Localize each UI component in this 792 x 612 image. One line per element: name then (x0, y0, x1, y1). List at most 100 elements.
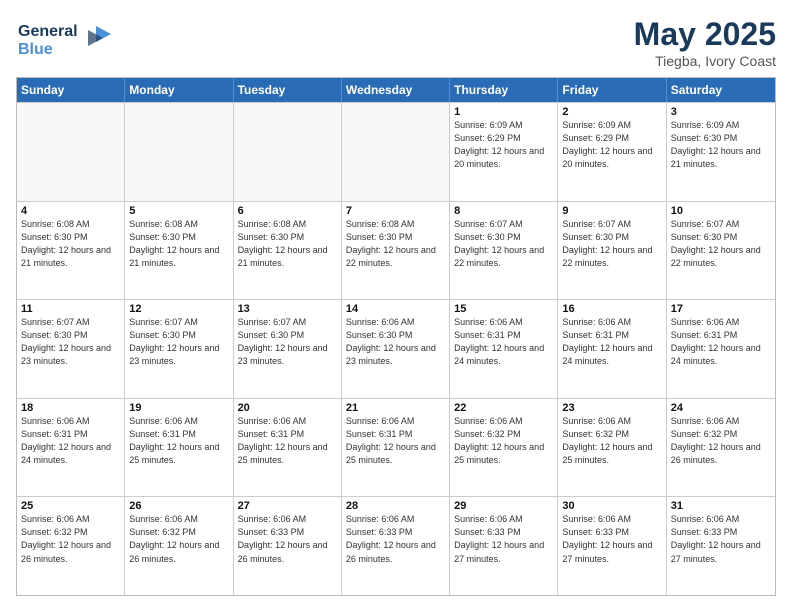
day-number: 26 (129, 500, 228, 512)
calendar-cell: 5Sunrise: 6:08 AMSunset: 6:30 PMDaylight… (125, 202, 233, 300)
header-friday: Friday (558, 78, 666, 102)
header-monday: Monday (125, 78, 233, 102)
logo-text: General Blue (16, 16, 126, 69)
svg-text:Blue: Blue (18, 41, 53, 58)
calendar-cell: 15Sunrise: 6:06 AMSunset: 6:31 PMDayligh… (450, 300, 558, 398)
calendar-wrapper: Sunday Monday Tuesday Wednesday Thursday… (16, 77, 776, 596)
day-number: 9 (562, 205, 661, 217)
page: General Blue May 2025 Tiegba, Ivory Coas… (0, 0, 792, 612)
day-number: 13 (238, 303, 337, 315)
day-number: 11 (21, 303, 120, 315)
calendar-week-1: 1 Sunrise: 6:09 AMSunset: 6:29 PMDaylight… (17, 102, 775, 201)
day-number: 19 (129, 402, 228, 414)
day-number: 25 (21, 500, 120, 512)
cell-info: Sunrise: 6:07 AMSunset: 6:30 PMDaylight:… (671, 218, 771, 270)
day-number: 18 (21, 402, 120, 414)
calendar-cell (125, 103, 233, 201)
cell-info: Sunrise: 6:06 AMSunset: 6:32 PMDaylight:… (21, 513, 120, 565)
day-number: 2 (562, 106, 661, 118)
cell-info: Sunrise: 6:06 AMSunset: 6:32 PMDaylight:… (671, 415, 771, 467)
cell-info: Sunrise: 6:07 AMSunset: 6:30 PMDaylight:… (454, 218, 553, 270)
day-number: 16 (562, 303, 661, 315)
calendar-cell: 9Sunrise: 6:07 AMSunset: 6:30 PMDaylight… (558, 202, 666, 300)
calendar-cell: 6Sunrise: 6:08 AMSunset: 6:30 PMDaylight… (234, 202, 342, 300)
day-number: 30 (562, 500, 661, 512)
cell-info: Sunrise: 6:06 AMSunset: 6:33 PMDaylight:… (562, 513, 661, 565)
cell-info: Sunrise: 6:06 AMSunset: 6:32 PMDaylight:… (454, 415, 553, 467)
calendar-week-3: 11Sunrise: 6:07 AMSunset: 6:30 PMDayligh… (17, 299, 775, 398)
day-number: 22 (454, 402, 553, 414)
day-number: 8 (454, 205, 553, 217)
calendar-week-5: 25Sunrise: 6:06 AMSunset: 6:32 PMDayligh… (17, 496, 775, 595)
cell-info: Sunrise: 6:06 AMSunset: 6:31 PMDaylight:… (454, 316, 553, 368)
calendar-cell (17, 103, 125, 201)
cell-info: Sunrise: 6:08 AMSunset: 6:30 PMDaylight:… (21, 218, 120, 270)
cell-info: Sunrise: 6:06 AMSunset: 6:31 PMDaylight:… (21, 415, 120, 467)
calendar-cell: 25Sunrise: 6:06 AMSunset: 6:32 PMDayligh… (17, 497, 125, 595)
cell-info: Sunrise: 6:07 AMSunset: 6:30 PMDaylight:… (21, 316, 120, 368)
day-number: 21 (346, 402, 445, 414)
day-number: 20 (238, 402, 337, 414)
day-number: 24 (671, 402, 771, 414)
calendar-cell: 14Sunrise: 6:06 AMSunset: 6:30 PMDayligh… (342, 300, 450, 398)
cell-info: Sunrise: 6:07 AMSunset: 6:30 PMDaylight:… (238, 316, 337, 368)
calendar-cell: 2Sunrise: 6:09 AMSunset: 6:29 PMDaylight… (558, 103, 666, 201)
day-number: 28 (346, 500, 445, 512)
cell-info: Sunrise: 6:06 AMSunset: 6:31 PMDaylight:… (562, 316, 661, 368)
day-number: 14 (346, 303, 445, 315)
header-thursday: Thursday (450, 78, 558, 102)
day-number: 23 (562, 402, 661, 414)
title-section: May 2025 Tiegba, Ivory Coast (634, 16, 776, 69)
header-sunday: Sunday (17, 78, 125, 102)
cell-info: Sunrise: 6:09 AMSunset: 6:30 PMDaylight:… (671, 119, 771, 171)
calendar-week-4: 18Sunrise: 6:06 AMSunset: 6:31 PMDayligh… (17, 398, 775, 497)
header-saturday: Saturday (667, 78, 775, 102)
cell-info: Sunrise: 6:08 AMSunset: 6:30 PMDaylight:… (346, 218, 445, 270)
cell-info: Sunrise: 6:06 AMSunset: 6:30 PMDaylight:… (346, 316, 445, 368)
calendar-cell: 28Sunrise: 6:06 AMSunset: 6:33 PMDayligh… (342, 497, 450, 595)
day-number: 31 (671, 500, 771, 512)
main-title: May 2025 (634, 16, 776, 53)
day-number: 4 (21, 205, 120, 217)
cell-info: Sunrise: 6:06 AMSunset: 6:32 PMDaylight:… (129, 513, 228, 565)
calendar-cell: 30Sunrise: 6:06 AMSunset: 6:33 PMDayligh… (558, 497, 666, 595)
calendar-cell: 19Sunrise: 6:06 AMSunset: 6:31 PMDayligh… (125, 399, 233, 497)
calendar-cell: 26Sunrise: 6:06 AMSunset: 6:32 PMDayligh… (125, 497, 233, 595)
calendar-cell (342, 103, 450, 201)
calendar-cell: 8Sunrise: 6:07 AMSunset: 6:30 PMDaylight… (450, 202, 558, 300)
calendar-cell: 31Sunrise: 6:06 AMSunset: 6:33 PMDayligh… (667, 497, 775, 595)
cell-info: Sunrise: 6:09 AMSunset: 6:29 PMDaylight:… (562, 119, 661, 171)
cell-info: Sunrise: 6:08 AMSunset: 6:30 PMDaylight:… (238, 218, 337, 270)
cell-info: Sunrise: 6:06 AMSunset: 6:33 PMDaylight:… (671, 513, 771, 565)
calendar-header: Sunday Monday Tuesday Wednesday Thursday… (17, 78, 775, 102)
calendar-cell: 23Sunrise: 6:06 AMSunset: 6:32 PMDayligh… (558, 399, 666, 497)
cell-info: Sunrise: 6:06 AMSunset: 6:33 PMDaylight:… (346, 513, 445, 565)
day-number: 12 (129, 303, 228, 315)
calendar-cell: 13Sunrise: 6:07 AMSunset: 6:30 PMDayligh… (234, 300, 342, 398)
cell-info: Sunrise: 6:06 AMSunset: 6:33 PMDaylight:… (238, 513, 337, 565)
cell-info: Sunrise: 6:06 AMSunset: 6:31 PMDaylight:… (671, 316, 771, 368)
header-tuesday: Tuesday (234, 78, 342, 102)
calendar-cell: 10Sunrise: 6:07 AMSunset: 6:30 PMDayligh… (667, 202, 775, 300)
calendar-cell: 4Sunrise: 6:08 AMSunset: 6:30 PMDaylight… (17, 202, 125, 300)
day-number: 1 (454, 106, 553, 118)
day-number: 29 (454, 500, 553, 512)
logo-svg: General Blue (16, 16, 126, 64)
cell-info: Sunrise: 6:06 AMSunset: 6:31 PMDaylight:… (346, 415, 445, 467)
calendar-cell: 27Sunrise: 6:06 AMSunset: 6:33 PMDayligh… (234, 497, 342, 595)
day-number: 5 (129, 205, 228, 217)
calendar-cell (234, 103, 342, 201)
calendar-cell: 29Sunrise: 6:06 AMSunset: 6:33 PMDayligh… (450, 497, 558, 595)
calendar-cell: 22Sunrise: 6:06 AMSunset: 6:32 PMDayligh… (450, 399, 558, 497)
cell-info: Sunrise: 6:06 AMSunset: 6:32 PMDaylight:… (562, 415, 661, 467)
calendar-cell: 18Sunrise: 6:06 AMSunset: 6:31 PMDayligh… (17, 399, 125, 497)
calendar-cell: 16Sunrise: 6:06 AMSunset: 6:31 PMDayligh… (558, 300, 666, 398)
cell-info: Sunrise: 6:06 AMSunset: 6:31 PMDaylight:… (238, 415, 337, 467)
cell-info: Sunrise: 6:07 AMSunset: 6:30 PMDaylight:… (129, 316, 228, 368)
calendar-cell: 3Sunrise: 6:09 AMSunset: 6:30 PMDaylight… (667, 103, 775, 201)
day-number: 27 (238, 500, 337, 512)
calendar-week-2: 4Sunrise: 6:08 AMSunset: 6:30 PMDaylight… (17, 201, 775, 300)
day-number: 3 (671, 106, 771, 118)
day-number: 17 (671, 303, 771, 315)
calendar-cell: 24Sunrise: 6:06 AMSunset: 6:32 PMDayligh… (667, 399, 775, 497)
